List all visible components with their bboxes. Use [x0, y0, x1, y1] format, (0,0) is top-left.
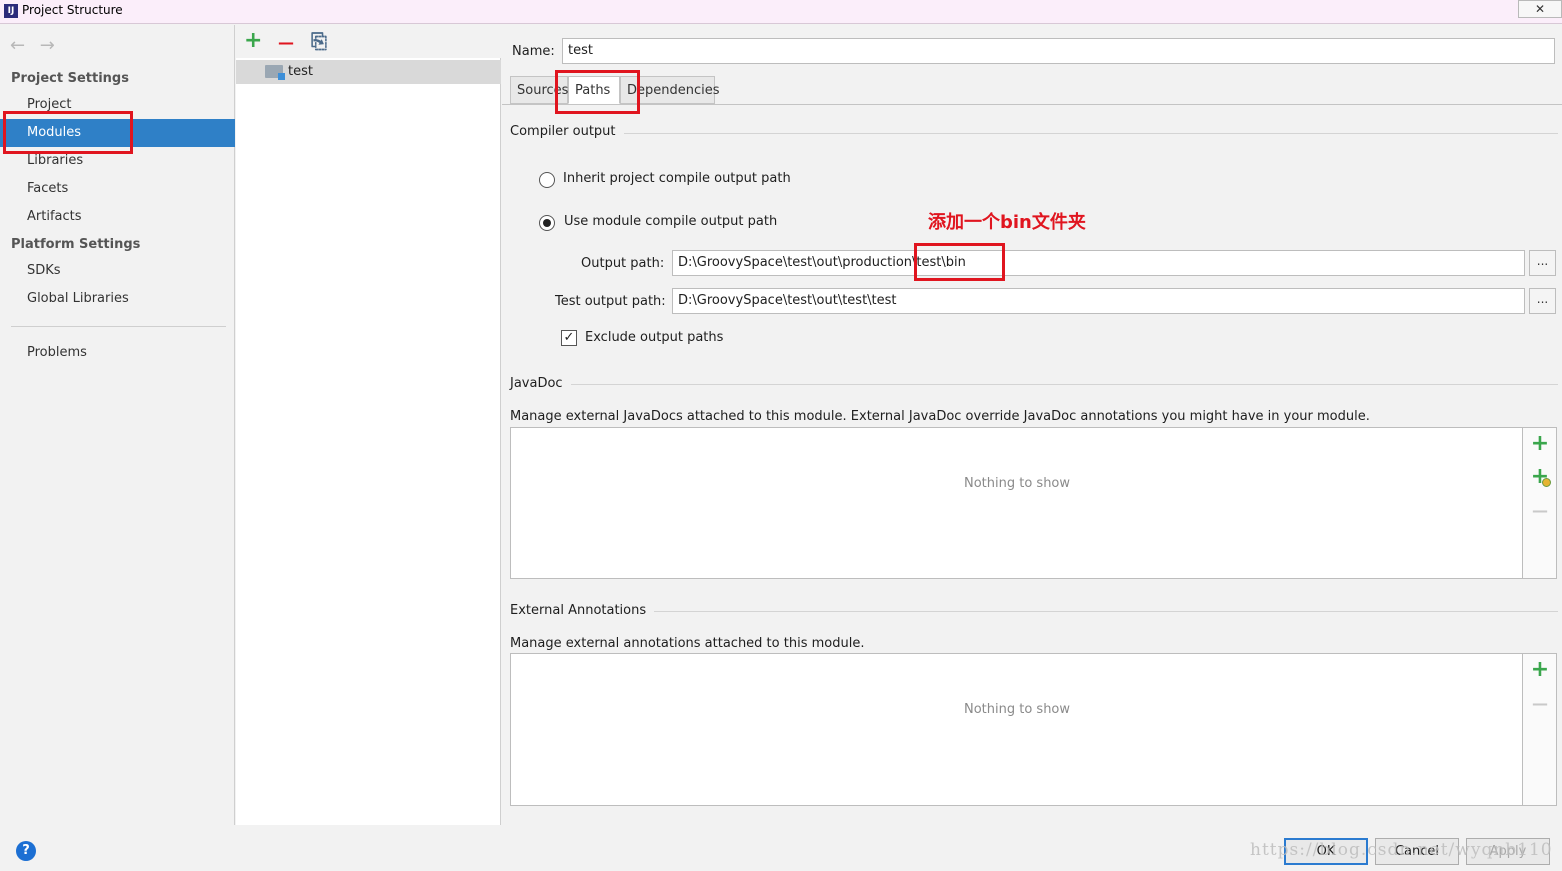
module-output-label[interactable]: Use module compile output path — [564, 214, 777, 229]
sidebar-item-problems[interactable]: Problems — [0, 339, 235, 367]
module-details-panel: Name: test Sources Paths Dependencies Co… — [502, 25, 1562, 825]
sidebar-item-artifacts[interactable]: Artifacts — [0, 203, 235, 231]
bin-folder-annotation: 添加一个bin文件夹 — [928, 212, 1086, 233]
compiler-output-heading: Compiler output — [510, 124, 624, 139]
test-output-path-label: Test output path: — [555, 294, 666, 309]
module-list-item-label: test — [288, 64, 313, 79]
project-settings-heading: Project Settings — [11, 71, 129, 86]
inherit-output-label[interactable]: Inherit project compile output path — [563, 171, 791, 186]
external-annotations-heading: External Annotations — [510, 603, 655, 618]
javadoc-rule — [510, 384, 1558, 385]
close-window-button[interactable]: ✕ — [1518, 0, 1562, 18]
remove-annotation-icon[interactable]: — — [1529, 693, 1551, 715]
bin-folder-highlight-box — [914, 243, 1005, 281]
sidebar-item-global-libraries[interactable]: Global Libraries — [0, 285, 235, 313]
tab-paths[interactable]: Paths — [568, 76, 620, 104]
javadoc-description: Manage external JavaDocs attached to thi… — [510, 409, 1370, 424]
sidebar-item-facets[interactable]: Facets — [0, 175, 235, 203]
javadoc-empty-text: Nothing to show — [963, 476, 1071, 491]
javadoc-list-toolbar: + + — — [1522, 428, 1556, 578]
compiler-output-rule — [510, 133, 1558, 134]
test-output-path-field[interactable]: D:\GroovySpace\test\out\test\test — [672, 288, 1525, 314]
external-annotations-list-toolbar: + — — [1522, 654, 1556, 805]
remove-module-icon[interactable]: — — [278, 32, 294, 54]
external-annotations-empty-text: Nothing to show — [963, 702, 1071, 717]
output-path-field[interactable]: D:\GroovySpace\test\out\production\test\… — [672, 250, 1525, 276]
modules-highlight-box — [3, 111, 133, 154]
forward-arrow-icon[interactable]: → — [40, 35, 64, 56]
tab-strip-border — [502, 104, 1562, 105]
output-path-browse-button[interactable]: ... — [1529, 250, 1556, 276]
test-output-path-browse-button[interactable]: ... — [1529, 288, 1556, 314]
external-annotations-list[interactable]: Nothing to show + — — [510, 653, 1557, 806]
intellij-app-icon: IJ — [4, 4, 18, 18]
module-list-item[interactable]: test — [236, 60, 501, 84]
help-icon[interactable]: ? — [16, 841, 36, 861]
external-annotations-rule — [510, 611, 1558, 612]
back-arrow-icon[interactable]: ← — [10, 35, 34, 56]
exclude-output-checkbox[interactable]: ✓ — [561, 330, 577, 346]
copy-module-icon[interactable]: ⎘ — [311, 30, 327, 52]
add-javadoc-icon[interactable]: + — [1529, 433, 1551, 455]
add-annotation-icon[interactable]: + — [1529, 659, 1551, 681]
sidebar-item-sdks[interactable]: SDKs — [0, 257, 235, 285]
platform-settings-heading: Platform Settings — [11, 237, 141, 252]
title-bar: IJ Project Structure ✕ — [0, 0, 1562, 24]
output-path-label: Output path: — [581, 256, 665, 271]
blog-watermark: https://blog.csdn.net/wyqnb110 — [1250, 840, 1553, 860]
name-label: Name: — [512, 44, 555, 59]
external-annotations-description: Manage external annotations attached to … — [510, 636, 865, 651]
module-name-field[interactable]: test — [562, 38, 1555, 64]
remove-javadoc-icon[interactable]: — — [1529, 500, 1551, 522]
globe-icon — [1542, 478, 1551, 487]
inherit-output-radio[interactable] — [539, 172, 555, 188]
add-javadoc-url-icon[interactable]: + — [1529, 466, 1551, 488]
modules-list-panel: + — ⎘ test — [236, 25, 501, 825]
history-navigation: ← → — [10, 35, 64, 56]
module-output-radio[interactable] — [539, 215, 555, 231]
module-folder-icon — [265, 65, 285, 80]
modules-toolbar: + — ⎘ — [236, 25, 501, 58]
sidebar-divider — [11, 326, 226, 327]
add-module-icon[interactable]: + — [244, 30, 262, 52]
javadoc-list[interactable]: Nothing to show + + — — [510, 427, 1557, 579]
exclude-output-label[interactable]: Exclude output paths — [585, 330, 723, 345]
window-title: Project Structure — [22, 3, 123, 17]
javadoc-heading: JavaDoc — [510, 376, 571, 391]
